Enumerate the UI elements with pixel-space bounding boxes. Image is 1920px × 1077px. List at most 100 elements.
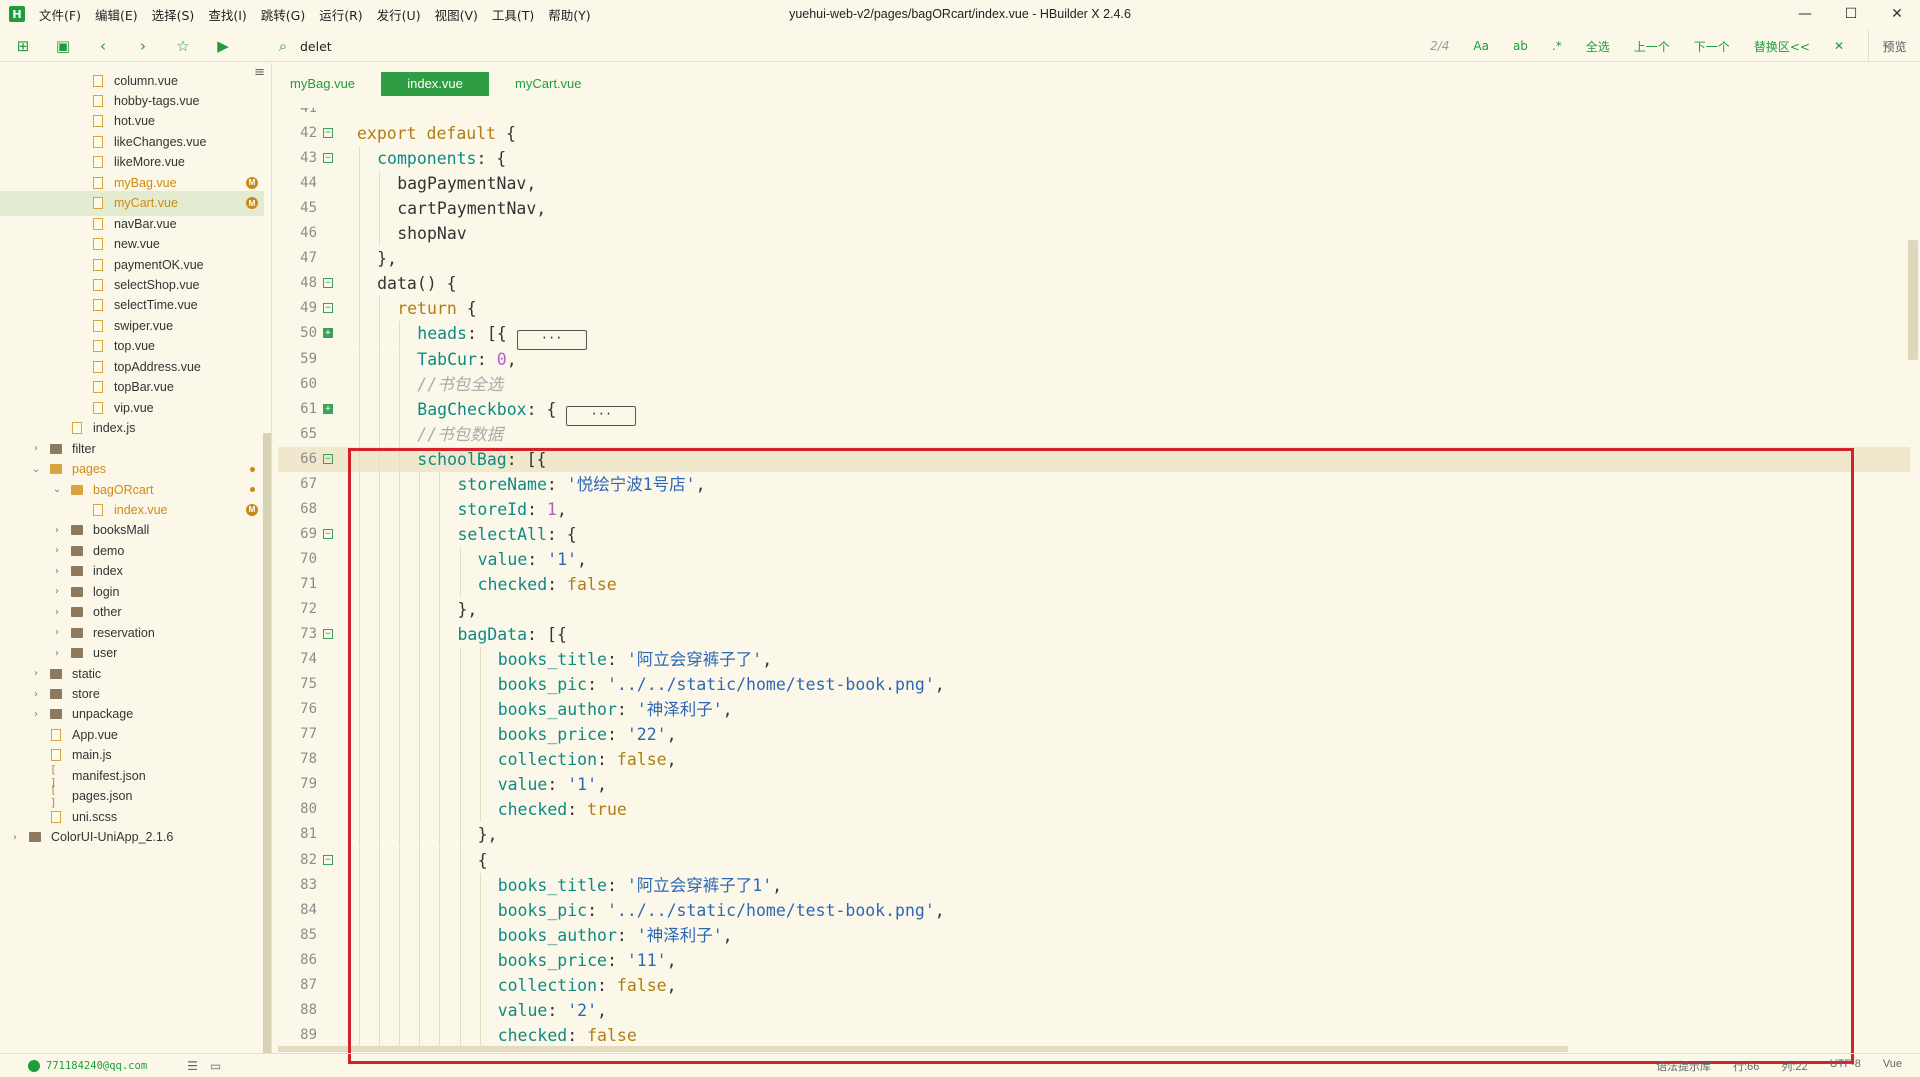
code-line[interactable]: 66− schoolBag: [{: [278, 446, 1910, 472]
code-line[interactable]: 49− return {: [278, 296, 1910, 322]
collapse-fold-icon[interactable]: −: [323, 303, 333, 314]
menu-item-4[interactable]: 跳转(G): [261, 5, 305, 24]
code-line[interactable]: 73− bagData: [{: [278, 622, 1910, 648]
status-item[interactable]: 行:66: [1733, 1058, 1759, 1074]
code-line[interactable]: 74 books_title: '阿立会穿裤子了',: [278, 647, 1910, 673]
code-line[interactable]: 77 books_price: '22',: [278, 722, 1910, 748]
code-line[interactable]: 69− selectAll: {: [278, 521, 1910, 547]
chevron-right-icon[interactable]: ›: [51, 586, 63, 597]
save-icon[interactable]: ▣: [52, 35, 74, 57]
code-line[interactable]: 87 collection: false,: [278, 972, 1910, 998]
code-line[interactable]: 59 TabCur: 0,: [278, 346, 1910, 372]
code-line[interactable]: 67 storeName: '悦绘宁波1号店',: [278, 471, 1910, 497]
tab-index-vue[interactable]: index.vue: [381, 72, 490, 96]
regex-toggle[interactable]: .*: [1552, 39, 1562, 53]
collapse-fold-icon[interactable]: −: [323, 528, 333, 539]
chevron-right-icon[interactable]: ›: [51, 566, 63, 577]
collapse-fold-icon[interactable]: −: [323, 278, 333, 289]
code-line[interactable]: 61 + BagCheckbox: { ···: [278, 396, 1910, 426]
status-item[interactable]: 列:22: [1781, 1058, 1807, 1074]
menu-item-5[interactable]: 运行(R): [319, 5, 362, 24]
expand-fold-icon[interactable]: +: [323, 403, 333, 414]
chevron-right-icon[interactable]: ›: [30, 689, 42, 700]
chevron-down-icon[interactable]: ⌄: [30, 464, 42, 475]
select-all-button[interactable]: 全选: [1586, 38, 1610, 55]
menu-item-2[interactable]: 选择(S): [152, 5, 195, 24]
chevron-right-icon[interactable]: ›: [51, 627, 63, 638]
minimize-button[interactable]: —: [1782, 0, 1828, 28]
chevron-right-icon[interactable]: ›: [51, 648, 63, 659]
close-find-button[interactable]: ✕: [1834, 39, 1844, 53]
code-line[interactable]: 80 checked: true: [278, 797, 1910, 823]
search-input[interactable]: [300, 38, 900, 54]
code-line[interactable]: 81},: [278, 822, 1910, 848]
code-line[interactable]: 47},: [278, 246, 1910, 272]
menu-item-3[interactable]: 查找(I): [208, 5, 246, 24]
chevron-right-icon[interactable]: ›: [30, 709, 42, 720]
code-line[interactable]: 44 bagPaymentNav,: [278, 171, 1910, 197]
collapse-fold-icon[interactable]: −: [323, 629, 333, 640]
code-line[interactable]: 75 books_pic: '../../static/home/test-boo…: [278, 672, 1910, 698]
code-line[interactable]: 42− export default {: [278, 121, 1910, 146]
chevron-right-icon[interactable]: ›: [30, 443, 42, 454]
code-line[interactable]: 83 books_title: '阿立会穿裤子了1',: [278, 872, 1910, 898]
tree-item[interactable]: › ColorUI-UniApp_2.1.6: [0, 825, 264, 850]
maximize-button[interactable]: ☐: [1828, 0, 1874, 28]
code-editor[interactable]: 41 42− export default {43− components: {44 b…: [278, 108, 1910, 1053]
code-line[interactable]: 71 checked: false: [278, 571, 1910, 597]
collapse-fold-icon[interactable]: −: [323, 854, 333, 865]
code-line[interactable]: 50 + heads: [{ ···: [278, 321, 1910, 351]
chevron-right-icon[interactable]: ›: [51, 607, 63, 618]
code-line[interactable]: 84 books_pic: '../../static/home/test-boo…: [278, 897, 1910, 923]
run-icon[interactable]: ▶: [212, 35, 234, 57]
code-line[interactable]: 43− components: {: [278, 146, 1910, 172]
chevron-right-icon[interactable]: ›: [51, 545, 63, 556]
terminal-icon[interactable]: ▭: [210, 1059, 221, 1073]
collapse-fold-icon[interactable]: −: [323, 153, 333, 164]
status-item[interactable]: Vue: [1883, 1058, 1902, 1074]
match-case-toggle[interactable]: Aa: [1473, 39, 1489, 53]
tab-mybag-vue[interactable]: myBag.vue: [278, 72, 367, 96]
code-line[interactable]: 70 value: '1',: [278, 546, 1910, 572]
code-line[interactable]: 79 value: '1',: [278, 772, 1910, 798]
code-line[interactable]: 68 storeId: 1,: [278, 496, 1910, 522]
replace-toggle-button[interactable]: 替换区<<: [1754, 38, 1810, 55]
expand-fold-icon[interactable]: +: [323, 328, 333, 339]
code-line[interactable]: 82− {: [278, 847, 1910, 873]
status-item[interactable]: UTF-8: [1830, 1058, 1861, 1074]
chevron-right-icon[interactable]: ›: [30, 668, 42, 679]
code-line[interactable]: 72},: [278, 597, 1910, 622]
sidebar-scrollbar[interactable]: [263, 433, 271, 1053]
code-line[interactable]: 86 books_price: '11',: [278, 947, 1910, 973]
editor-vertical-scrollbar[interactable]: [1908, 240, 1918, 360]
new-file-icon[interactable]: ⊞: [12, 35, 34, 57]
tab-mycart-vue[interactable]: myCart.vue: [503, 72, 593, 96]
code-line[interactable]: 45 cartPaymentNav,: [278, 196, 1910, 222]
star-icon[interactable]: ☆: [172, 35, 194, 57]
code-line[interactable]: 85 books_author: '神泽利子',: [278, 922, 1910, 948]
forward-icon[interactable]: ›: [132, 35, 154, 57]
code-line[interactable]: 76 books_author: '神泽利子',: [278, 697, 1910, 723]
menu-item-8[interactable]: 工具(T): [492, 5, 534, 24]
whole-word-toggle[interactable]: ab: [1513, 39, 1528, 53]
close-window-button[interactable]: ✕: [1874, 0, 1920, 28]
chevron-right-icon[interactable]: ›: [51, 525, 63, 536]
menu-item-7[interactable]: 视图(V): [435, 5, 478, 24]
code-line[interactable]: 48− data() {: [278, 271, 1910, 297]
status-item[interactable]: 语法提示库: [1656, 1058, 1711, 1074]
collapse-fold-icon[interactable]: −: [323, 453, 333, 464]
next-match-button[interactable]: 下一个: [1694, 38, 1730, 55]
code-line[interactable]: 89 checked: false: [278, 1022, 1910, 1048]
chevron-right-icon[interactable]: ›: [9, 832, 21, 843]
code-line[interactable]: 46 shopNav: [278, 221, 1910, 247]
menu-item-9[interactable]: 帮助(Y): [548, 5, 590, 24]
list-icon[interactable]: ☰: [187, 1059, 198, 1073]
preview-button[interactable]: 预览: [1868, 30, 1920, 62]
back-icon[interactable]: ‹: [92, 35, 114, 57]
code-line[interactable]: 60 //书包全选: [278, 371, 1910, 397]
prev-match-button[interactable]: 上一个: [1634, 38, 1670, 55]
code-line[interactable]: 41: [278, 108, 1910, 121]
editor-horizontal-scrollbar[interactable]: [278, 1046, 1568, 1052]
menu-item-1[interactable]: 编辑(E): [95, 5, 138, 24]
user-account[interactable]: 771184240@qq.com: [28, 1059, 147, 1072]
